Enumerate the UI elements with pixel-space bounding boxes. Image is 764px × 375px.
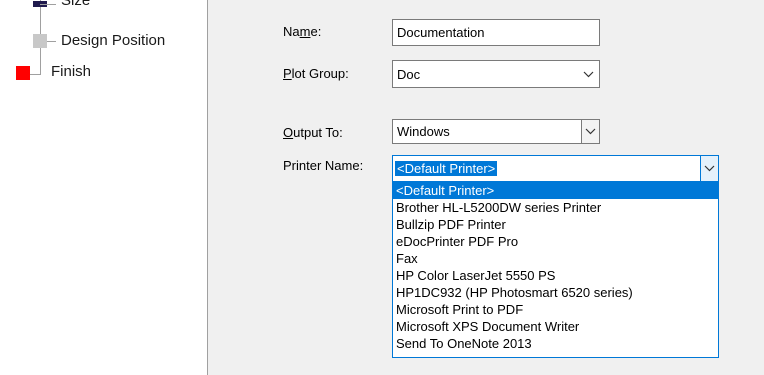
tree-branch: [40, 4, 56, 5]
printer-option[interactable]: Send To OneNote 2013: [393, 335, 718, 352]
plot-group-value: Doc: [397, 66, 421, 82]
printer-name-label: Printer Name:: [283, 158, 364, 173]
wizard-steps-panel: Size Design Position Finish: [0, 0, 207, 375]
plot-group-select[interactable]: Doc: [392, 60, 600, 88]
name-input[interactable]: Documentation: [392, 19, 600, 46]
printer-option[interactable]: Brother HL-L5200DW series Printer: [393, 199, 718, 216]
chevron-down-icon: [704, 165, 715, 172]
plot-group-label: Plot Group:: [283, 66, 349, 81]
printer-name-select[interactable]: <Default Printer>: [392, 155, 719, 182]
printer-name-value: <Default Printer>: [395, 161, 498, 176]
printer-name-dropdown-button[interactable]: [700, 155, 719, 182]
name-label-text: Na: [283, 24, 300, 39]
step-marker-design-position: [33, 34, 47, 48]
name-label: Name:: [283, 24, 321, 39]
step-label-size: Size: [61, 0, 91, 9]
name-input-value: Documentation: [397, 25, 485, 40]
chevron-down-icon: [585, 128, 596, 135]
plot-group-label-text: lot Group:: [291, 66, 349, 81]
output-to-label-text: utput To:: [293, 125, 343, 140]
output-to-label-mnemonic: O: [283, 125, 294, 140]
printer-option[interactable]: Microsoft Print to PDF: [393, 301, 718, 318]
name-label-mnemonic: m: [299, 24, 311, 39]
output-to-select[interactable]: Windows: [392, 119, 600, 144]
printer-option[interactable]: Bullzip PDF Printer: [393, 216, 718, 233]
printer-dropdown-list: <Default Printer> Brother HL-L5200DW ser…: [392, 181, 719, 358]
name-label-text: e:: [310, 24, 322, 39]
printer-option[interactable]: <Default Printer>: [393, 182, 718, 199]
printer-option[interactable]: Microsoft XPS Document Writer: [393, 318, 718, 335]
printer-option[interactable]: HP1DC932 (HP Photosmart 6520 series): [393, 284, 718, 301]
printer-option[interactable]: Fax: [393, 250, 718, 267]
step-label-design-position[interactable]: Design Position: [61, 32, 165, 49]
output-to-dropdown-button[interactable]: [581, 119, 600, 144]
tree-branch: [30, 74, 41, 75]
output-to-label: Output To:: [283, 125, 343, 140]
chevron-down-icon[interactable]: [577, 61, 599, 87]
step-marker-finish: [16, 66, 30, 80]
panel-divider: [207, 0, 208, 375]
printer-option[interactable]: HP Color LaserJet 5550 PS: [393, 267, 718, 284]
output-to-value: Windows: [397, 124, 450, 139]
step-label-finish[interactable]: Finish: [51, 63, 91, 80]
plot-group-label-mnemonic: P: [283, 66, 292, 81]
printer-option[interactable]: eDocPrinter PDF Pro: [393, 233, 718, 250]
